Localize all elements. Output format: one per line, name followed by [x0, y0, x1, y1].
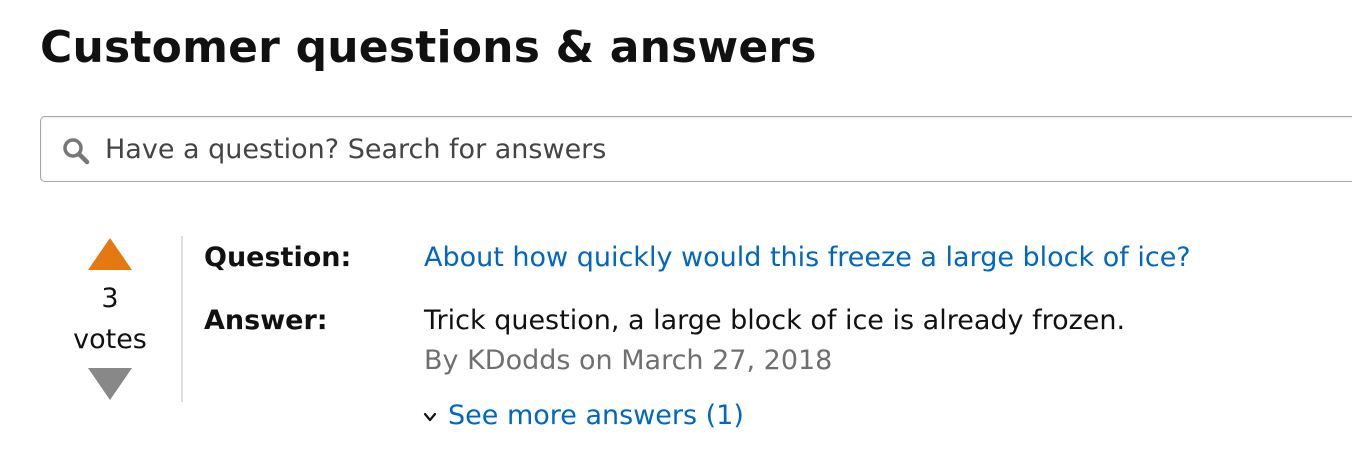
qa-section: Customer questions & answers 3 votes Que… [0, 0, 1352, 451]
vertical-divider [181, 236, 183, 402]
section-title: Customer questions & answers [40, 22, 817, 73]
upvote-arrow-icon[interactable] [88, 238, 132, 270]
search-icon [63, 138, 90, 165]
see-more-answers-label: See more answers (1) [448, 400, 744, 431]
search-input[interactable] [105, 127, 1325, 171]
answer-meta: By KDodds on March 27, 2018 [424, 345, 833, 376]
question-link[interactable]: About how quickly would this freeze a la… [424, 242, 1191, 273]
vote-label: votes [73, 324, 147, 355]
question-label: Question: [204, 242, 352, 273]
chevron-down-icon [423, 412, 437, 421]
search-box[interactable] [40, 116, 1352, 182]
see-more-answers-link[interactable]: See more answers (1) [422, 400, 744, 431]
downvote-arrow-icon[interactable] [88, 368, 132, 400]
answer-text: Trick question, a large block of ice is … [424, 305, 1126, 336]
vote-widget: 3 votes [68, 232, 152, 404]
answer-label: Answer: [204, 305, 328, 336]
vote-count: 3 [101, 283, 119, 314]
